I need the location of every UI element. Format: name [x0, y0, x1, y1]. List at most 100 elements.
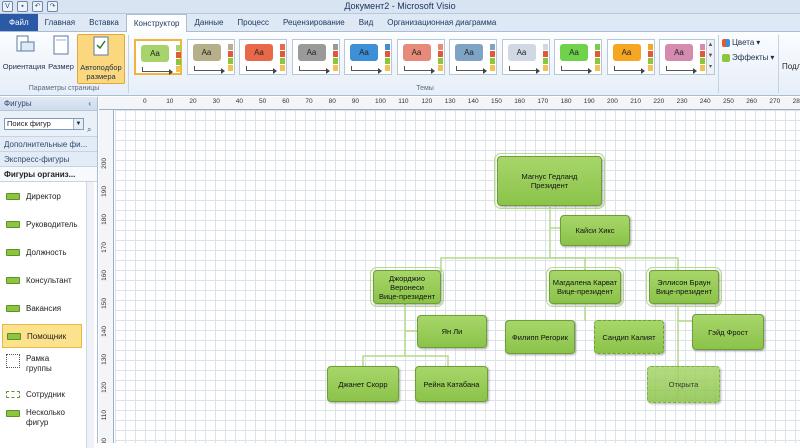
- theme-swatch: [647, 51, 653, 57]
- node-name: Сандип Калият: [602, 332, 656, 342]
- theme-swatch: [280, 58, 285, 64]
- theme-thumbnail[interactable]: Aa: [606, 39, 655, 75]
- stencil-item-group-frame[interactable]: Рамка группы: [2, 354, 82, 380]
- collapse-icon[interactable]: ‹: [88, 97, 91, 111]
- theme-thumbnail[interactable]: Aa: [134, 39, 182, 75]
- tab-review[interactable]: Рецензирование: [276, 14, 352, 31]
- org-node-assistant[interactable]: Кайси Хикс: [560, 215, 630, 246]
- stencil-item-assistant[interactable]: Помощник: [2, 324, 82, 348]
- stencil-title[interactable]: Фигуры организ...: [0, 166, 97, 181]
- org-node-gayd[interactable]: Гэйд Фрост: [692, 314, 764, 350]
- stencil-item-consultant[interactable]: Консультант: [2, 268, 82, 292]
- org-node-sandip[interactable]: Сандип Калият: [594, 320, 664, 354]
- theme-swatch: [332, 51, 338, 57]
- org-shape-icon: [6, 410, 20, 417]
- theme-swatch: [595, 65, 600, 71]
- ruler-tick-label: 120: [421, 98, 433, 105]
- tab-org-chart[interactable]: Организационная диаграмма: [380, 14, 503, 31]
- colors-button[interactable]: Цвета ▾: [722, 38, 760, 47]
- stencil-item-manager[interactable]: Руководитель: [2, 212, 82, 236]
- node-name: Филипп Регорик: [512, 332, 568, 342]
- stencil-item-staff[interactable]: Сотрудник: [2, 382, 82, 406]
- arrow-icon: [430, 68, 435, 74]
- stencil-item-multiple-shapes[interactable]: Несколько фигур: [2, 408, 82, 434]
- stencil-item-position[interactable]: Должность: [2, 240, 82, 264]
- org-node-philip[interactable]: Филипп Регорик: [505, 320, 575, 354]
- arrow-icon: [378, 68, 382, 74]
- theme-swatch: [332, 44, 338, 50]
- ruler-tick-label: 80: [328, 98, 336, 105]
- theme-sample: Aa: [402, 44, 431, 61]
- theme-thumbnail[interactable]: Aa: [239, 39, 287, 75]
- theme-swatch: [647, 65, 653, 71]
- tab-data[interactable]: Данные: [187, 14, 230, 31]
- ruler-tick-label: 110: [101, 410, 108, 421]
- more-shapes[interactable]: Дополнительные фи...: [0, 136, 97, 151]
- staff-icon: [6, 390, 20, 398]
- ruler-tick-label: 190: [583, 98, 595, 105]
- quick-shapes[interactable]: Экспресс-фигуры: [0, 151, 97, 166]
- org-node-vp2[interactable]: Магдалена Карват Вице-президент: [546, 267, 624, 307]
- theme-swatch: [176, 52, 181, 58]
- theme-thumbnail[interactable]: Aa: [186, 39, 235, 75]
- theme-swatch: [595, 51, 600, 57]
- theme-thumbnail[interactable]: Aa: [291, 39, 340, 75]
- theme-swatch: [385, 51, 390, 57]
- arrow-icon: [693, 68, 697, 74]
- theme-swatch: [227, 65, 233, 71]
- chevron-down-icon[interactable]: ▼: [73, 119, 83, 129]
- tab-file[interactable]: Файл: [0, 14, 38, 31]
- autofit-button[interactable]: Автоподбор размера: [77, 34, 125, 84]
- tab-view[interactable]: Вид: [352, 14, 380, 31]
- theme-thumbnail[interactable]: Aa: [554, 39, 602, 75]
- search-icon[interactable]: ⌕: [87, 125, 91, 135]
- theme-thumbnail[interactable]: Aa: [501, 39, 550, 75]
- stencil-item-label: Сотрудник: [26, 389, 65, 399]
- tab-insert[interactable]: Вставка: [82, 14, 126, 31]
- stencil-item-director[interactable]: Директор: [2, 184, 82, 208]
- org-node-vp3[interactable]: Эллисон Браун Вице-президент: [646, 267, 722, 307]
- theme-thumbnail[interactable]: Aa: [396, 39, 445, 75]
- theme-connector-sample: [298, 66, 327, 71]
- theme-connector-sample: [508, 66, 537, 71]
- shape-search-field[interactable]: Поиск фигур ▼: [4, 118, 84, 130]
- autofit-label-2: размера: [86, 72, 116, 81]
- group-separator: [718, 35, 719, 93]
- stencil-scrollbar[interactable]: [86, 182, 94, 448]
- group-frame-icon: [6, 354, 20, 368]
- stencil-item-label: Несколько фигур: [26, 408, 65, 427]
- node-title: Вице-президент: [378, 291, 436, 301]
- theme-swatch: [647, 44, 653, 50]
- chevron-down-icon: ▾: [770, 53, 775, 62]
- org-node-reyna[interactable]: Рейна Катабана: [415, 366, 488, 402]
- stencil-item-vacancy[interactable]: Вакансия: [2, 296, 82, 320]
- tab-design[interactable]: Конструктор: [125, 14, 188, 32]
- tab-process[interactable]: Процесс: [230, 14, 276, 31]
- effects-button[interactable]: Эффекты ▾: [722, 53, 774, 62]
- theme-swatch: [437, 51, 443, 57]
- theme-thumbnail[interactable]: Aa: [344, 39, 392, 75]
- org-node-president[interactable]: Магнус Гедланд Президент: [494, 153, 605, 209]
- tab-home[interactable]: Главная: [38, 14, 82, 31]
- org-node-vacancy[interactable]: Открыта: [647, 366, 720, 403]
- org-node-yan-li[interactable]: Ян Ли: [417, 315, 487, 348]
- org-node-janet[interactable]: Джанет Скорр: [327, 366, 399, 402]
- theme-swatch: [176, 59, 181, 65]
- org-node-vp1[interactable]: Джорджио Веронеси Вице-президент: [370, 267, 444, 307]
- ruler-tick-label: 110: [398, 98, 409, 105]
- theme-thumbnail[interactable]: Aa: [659, 39, 707, 75]
- stencil-item-label: Помощник: [27, 331, 67, 341]
- drawing-canvas[interactable]: Магнус Гедланд Президент Кайси Хикс Джор…: [115, 110, 800, 443]
- ruler-tick-label: 50: [259, 98, 267, 105]
- theme-connector-sample: [666, 66, 694, 71]
- theme-thumbnail[interactable]: Aa: [449, 39, 497, 75]
- orientation-label: Ориентация: [2, 62, 46, 71]
- theme-swatch: [595, 58, 600, 64]
- orientation-button[interactable]: Ориентация: [2, 34, 46, 84]
- ruler-tick-label: 180: [101, 214, 108, 225]
- size-button[interactable]: Размер: [46, 34, 76, 84]
- arrow-icon: [483, 68, 487, 74]
- arrow-icon: [588, 68, 592, 74]
- themes-gallery-scroll[interactable]: ▲ ▼ ▾: [706, 39, 715, 75]
- background-button-cut[interactable]: Подл: [782, 62, 800, 71]
